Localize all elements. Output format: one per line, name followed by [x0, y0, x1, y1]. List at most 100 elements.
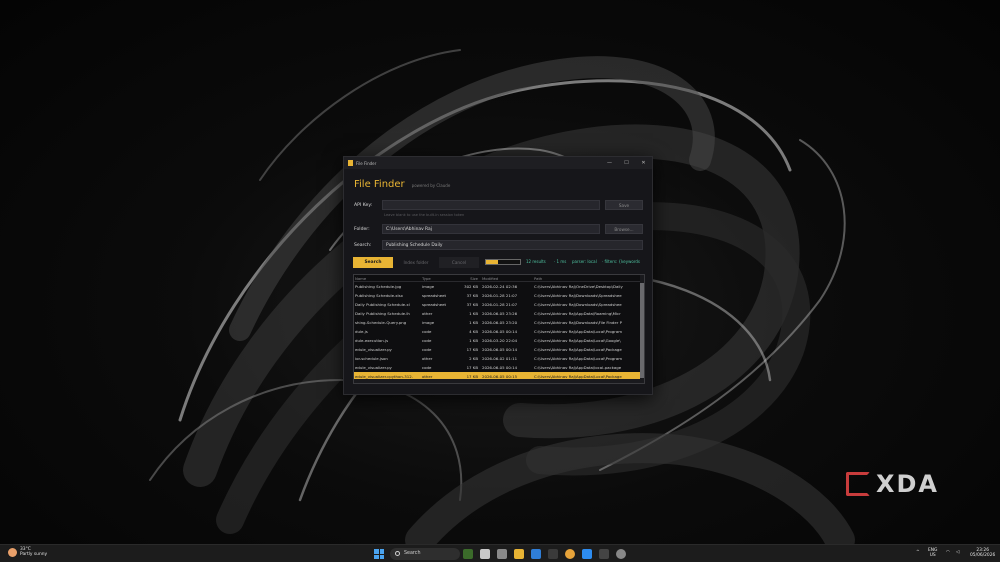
cell-path: C:\Users\Abhinav Raj\AppData\local-packa… — [534, 365, 622, 370]
horizontal-scrollbar[interactable] — [354, 379, 644, 383]
table-body: Publishing Schedule.jpg image 302 KB 2026-0… — [354, 282, 644, 381]
cell-name: dule.js — [355, 329, 368, 334]
search-label: Search: — [354, 243, 372, 248]
cell-size: 1 KB — [469, 311, 478, 316]
language-indicator[interactable]: ENG US — [928, 548, 937, 558]
table-row[interactable]: dule-execution.js code 1 KB 2026-03-20 22:0… — [354, 336, 644, 345]
store-icon[interactable] — [548, 549, 558, 559]
wifi-icon[interactable]: ◠ — [946, 550, 950, 555]
cell-name: Publishing Schedule.jpg — [355, 284, 402, 289]
app-icon[interactable] — [497, 549, 507, 559]
api-key-label: API Key: — [354, 203, 373, 208]
cell-modified: 2026-06-05 23:26 — [482, 311, 518, 316]
cell-path: C:\Users\Abhinav Raj\Downloads\File Find… — [534, 320, 622, 325]
app-header: File Finder powered by Claude — [354, 179, 450, 190]
table-row[interactable]: Daily Publishing Schedule.lh other 1 KB 202… — [354, 309, 644, 318]
cell-type: other — [422, 356, 433, 361]
index-folder-button[interactable]: Index folder — [396, 257, 436, 268]
xda-logo-icon — [846, 472, 870, 496]
table-row[interactable]: Publishing Schedule.xlsx spreadsheet 37 KB… — [354, 291, 644, 300]
xda-watermark-text: XDA — [876, 470, 939, 498]
cell-path: C:\Users\Abhinav Raj\Downloads\Spreadshe… — [534, 302, 622, 307]
file-explorer-icon[interactable] — [514, 549, 524, 559]
weather-desc: Partly sunny — [20, 552, 48, 557]
search-button[interactable]: Search — [353, 257, 393, 268]
cell-modified: 2026-06-05 00:14 — [482, 347, 518, 352]
windows-start-icon[interactable] — [374, 549, 384, 559]
chrome-icon[interactable] — [565, 549, 575, 559]
cell-type: spreadsheet — [422, 302, 447, 307]
app-subtitle: powered by Claude — [411, 183, 451, 188]
maximize-button[interactable]: ☐ — [618, 157, 635, 169]
folder-input[interactable]: C:\Users\Abhinav Raj — [382, 224, 600, 234]
clock-date: 05/06/2026 — [970, 553, 996, 558]
column-header-modified[interactable]: Modified — [480, 275, 532, 281]
save-button[interactable]: Save — [605, 200, 643, 210]
terminal-icon[interactable] — [599, 549, 609, 559]
api-key-input[interactable] — [382, 200, 600, 210]
desktop: XDA File Finder — ☐ ✕ File Finder powere… — [0, 0, 1000, 562]
tray-chevron-up-icon[interactable]: ^ — [916, 550, 920, 555]
close-button[interactable]: ✕ — [635, 157, 652, 169]
vertical-scrollbar[interactable] — [640, 275, 644, 383]
window-title: File Finder — [356, 160, 377, 166]
cell-size: 17 KB — [466, 347, 478, 352]
cell-path: C:\Users\Abhinav Raj\AppData\Local\Googl… — [534, 338, 621, 343]
status-time: · 1 ms — [554, 259, 567, 264]
column-header-path[interactable]: Path — [532, 275, 644, 281]
taskbar-search-placeholder: Search — [404, 551, 421, 556]
table-row[interactable]: ior-schedule.json other 2 KB 2026-06-02 01:… — [354, 354, 644, 363]
table-row[interactable]: edule_visualizer.py code 17 KB 2026-06-05 0… — [354, 345, 644, 354]
cell-name: edule_visualizer.py — [355, 347, 392, 352]
cancel-button[interactable]: Cancel — [439, 257, 479, 268]
cell-type: spreadsheet — [422, 293, 447, 298]
outlook-icon[interactable] — [531, 549, 541, 559]
cell-size: 302 KB — [464, 284, 478, 289]
cell-modified: 2026-01-28 21:07 — [482, 302, 518, 307]
taskbar-search[interactable]: Search — [390, 548, 460, 560]
cell-name: Daily Publishing Schedule.xl — [355, 302, 410, 307]
weather-widget[interactable]: 33°C Partly sunny — [8, 547, 47, 557]
cell-modified: 2026-02-24 02:36 — [482, 284, 518, 289]
sun-cloud-icon — [8, 547, 17, 557]
cell-path: C:\Users\Abhinav Raj\AppData\Local\Progr… — [534, 356, 623, 361]
taskbar: 33°C Partly sunny Search ^ ENG US ◠ ◁ 23… — [0, 544, 1000, 562]
cell-name: ior-schedule.json — [355, 356, 388, 361]
cell-modified: 2026-06-05 23:20 — [482, 320, 518, 325]
progress-fill — [486, 260, 498, 264]
column-header-type[interactable]: Type — [420, 275, 452, 281]
table-row[interactable]: Publishing Schedule.jpg image 302 KB 2026-0… — [354, 282, 644, 291]
cell-modified: 2026-01-28 21:07 — [482, 293, 518, 298]
progress-bar — [485, 259, 521, 265]
table-row[interactable]: shing-Schedule-Query.png image 1 KB 2026-06… — [354, 318, 644, 327]
file-finder-taskbar-icon[interactable] — [616, 549, 626, 559]
search-input[interactable]: Publishing Schedule Daily — [382, 240, 643, 250]
cell-type: image — [422, 320, 435, 325]
results-table: Name Type Size Modified Path Publishing … — [353, 274, 645, 384]
widgets-app-icon[interactable] — [463, 549, 473, 559]
language-bottom: US — [929, 553, 936, 558]
clock[interactable]: 23:26 05/06/2026 — [970, 548, 995, 558]
cell-type: code — [422, 347, 432, 352]
browse-button[interactable]: Browse... — [605, 224, 643, 234]
scrollbar-thumb[interactable] — [640, 283, 644, 378]
cell-type: image — [422, 284, 435, 289]
todo-icon[interactable] — [582, 549, 592, 559]
cell-path: C:\Users\Abhinav Raj\OneDrive\Desktop\Da… — [534, 284, 623, 289]
cell-size: 1 KB — [469, 320, 478, 325]
task-view-icon[interactable] — [480, 549, 490, 559]
table-row[interactable]: dule.js code 4 KB 2026-06-05 00:14 C:\Users\… — [354, 327, 644, 336]
table-row[interactable]: edule_visualizer.py code 17 KB 2026-06-05 0… — [354, 363, 644, 372]
xda-watermark: XDA — [846, 470, 939, 498]
app-title: File Finder — [354, 179, 405, 190]
column-header-name[interactable]: Name — [354, 275, 420, 281]
api-key-hint: Leave blank to use the built-in session … — [384, 213, 465, 217]
volume-icon[interactable]: ◁ — [956, 550, 959, 555]
table-row[interactable]: Daily Publishing Schedule.xl spreadsheet 3… — [354, 300, 644, 309]
minimize-button[interactable]: — — [601, 157, 618, 169]
cell-path: C:\Users\Abhinav Raj\AppData\Roaming\Mic… — [534, 311, 621, 316]
window-titlebar[interactable]: File Finder — ☐ ✕ — [344, 157, 652, 169]
cell-size: 37 KB — [466, 293, 478, 298]
column-header-size[interactable]: Size — [452, 275, 480, 281]
cell-name: edule_visualizer.py — [355, 365, 392, 370]
